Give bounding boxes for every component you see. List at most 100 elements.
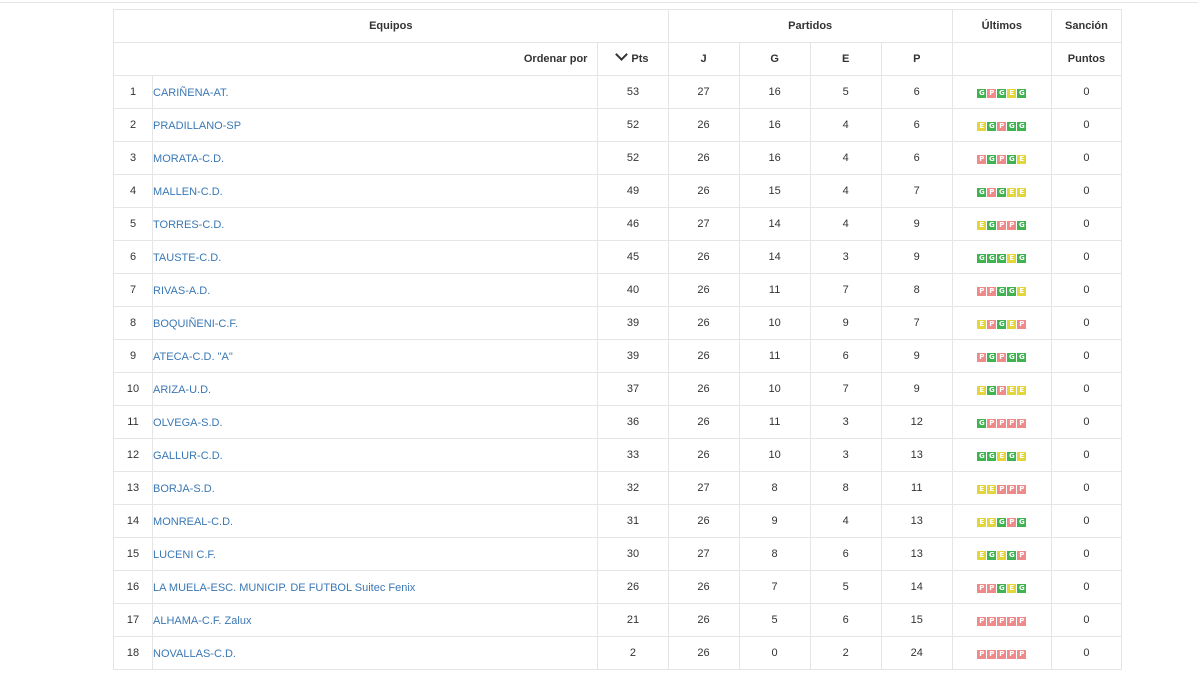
team-cell: OLVEGA-S.D. [152,406,599,440]
played-cell: 26 [667,306,740,340]
last-results-cell: GPGEG [951,75,1052,109]
lost-cell: 8 [880,273,953,307]
lost-cell: 7 [880,174,953,208]
result-badge: P [977,650,987,659]
played-cell: 26 [667,570,740,604]
team-link[interactable]: BOQUIÑENI-C.F. [153,318,238,330]
last-results-cell: EGPPG [951,207,1052,241]
result-badge: P [1017,320,1027,329]
position-cell: 14 [112,504,154,538]
result-badge: P [1007,617,1017,626]
result-badge: P [997,419,1007,428]
result-badge: G [1007,155,1017,164]
drawn-cell: 8 [809,471,882,505]
lost-cell: 14 [880,570,953,604]
sanction-cell: 0 [1050,636,1123,670]
points-cell: 45 [597,240,669,274]
position-cell: 7 [112,273,154,307]
sanction-cell: 0 [1050,504,1123,538]
result-badge: E [1017,287,1027,296]
team-link[interactable]: ATECA-C.D. "A" [153,351,233,363]
points-cell: 53 [597,75,669,109]
result-badge: E [987,518,997,527]
won-cell: 16 [738,75,811,109]
position-cell: 8 [112,306,154,340]
position-cell: 17 [112,603,154,637]
won-cell: 8 [738,537,811,571]
result-badge: E [977,518,987,527]
points-cell: 39 [597,306,669,340]
team-link[interactable]: GALLUR-C.D. [153,450,223,462]
drawn-cell: 3 [809,240,882,274]
won-cell: 14 [738,207,811,241]
played-cell: 27 [667,207,740,241]
table-row: 4 MALLEN-C.D. 49 26 15 4 7 G P G E E 0 [112,174,1123,209]
team-cell: ATECA-C.D. "A" [152,340,599,374]
header-row-groups: Equipos Partidos Últimos Sanción [113,9,1123,43]
points-cell: 26 [597,570,669,604]
header-sancion: Sanción [1050,9,1123,43]
team-link[interactable]: LA MUELA-ESC. MUNICIP. DE FUTBOL Suitec … [153,582,415,594]
result-badge: E [1007,386,1017,395]
sanction-cell: 0 [1050,405,1123,439]
team-link[interactable]: OLVEGA-S.D. [153,417,222,429]
result-badge: E [997,551,1007,560]
sanction-cell: 0 [1050,339,1123,373]
last-results-cell: EEGPG [951,504,1052,538]
team-link[interactable]: MALLEN-C.D. [153,186,223,198]
points-cell: 2 [597,636,669,670]
team-link[interactable]: TORRES-C.D. [153,219,224,231]
won-cell: 11 [738,273,811,307]
result-badge: E [1007,254,1017,263]
result-badge: G [987,155,997,164]
result-badge: P [977,353,987,362]
drawn-cell: 9 [809,306,882,340]
drawn-cell: 3 [809,438,882,472]
team-link[interactable]: PRADILLANO-SP [153,120,241,132]
team-cell: RIVAS-A.D. [152,274,599,308]
won-cell: 16 [738,141,811,175]
team-link[interactable]: MONREAL-C.D. [153,516,233,528]
won-cell: 11 [738,339,811,373]
position-cell: 9 [112,339,154,373]
team-link[interactable]: ALHAMA-C.F. Zalux [153,615,251,627]
team-link[interactable]: TAUSTE-C.D. [153,252,221,264]
result-badge: E [997,452,1007,461]
team-link[interactable]: MORATA-C.D. [153,153,224,165]
won-cell: 5 [738,603,811,637]
result-badge: G [1017,584,1027,593]
result-badge: P [1017,617,1027,626]
result-badge: G [1017,254,1027,263]
lost-cell: 13 [880,537,953,571]
last-results-cell: EGPGG [951,108,1052,142]
lost-cell: 15 [880,603,953,637]
result-badge: P [1007,221,1017,230]
table-row: 8 BOQUIÑENI-C.F. 39 26 10 9 7 E P G E P 0 [112,306,1123,341]
sort-pts-button[interactable]: Pts [597,42,669,76]
result-badge: P [1007,650,1017,659]
result-badge: P [1017,551,1027,560]
points-cell: 37 [597,372,669,406]
result-badge: E [1017,155,1027,164]
top-divider [0,2,1198,3]
team-link[interactable]: NOVALLAS-C.D. [153,648,236,660]
drawn-cell: 4 [809,504,882,538]
header-ordenar-por: Ordenar por [112,42,599,76]
team-cell: ALHAMA-C.F. Zalux [152,604,599,638]
header-ultimos: Últimos [951,9,1052,43]
result-badge: G [997,320,1007,329]
team-cell: TAUSTE-C.D. [152,241,599,275]
team-link[interactable]: BORJA-S.D. [153,483,215,495]
result-badge: G [997,89,1007,98]
position-cell: 1 [112,75,154,109]
result-badge: P [977,584,987,593]
points-cell: 39 [597,339,669,373]
result-badge: P [977,155,987,164]
team-link[interactable]: ARIZA-U.D. [153,384,211,396]
team-link[interactable]: CARIÑENA-AT. [153,87,229,99]
result-badge: E [1017,188,1027,197]
team-link[interactable]: RIVAS-A.D. [153,285,210,297]
team-link[interactable]: LUCENI C.F. [153,549,216,561]
position-cell: 18 [112,636,154,670]
sanction-cell: 0 [1050,603,1123,637]
